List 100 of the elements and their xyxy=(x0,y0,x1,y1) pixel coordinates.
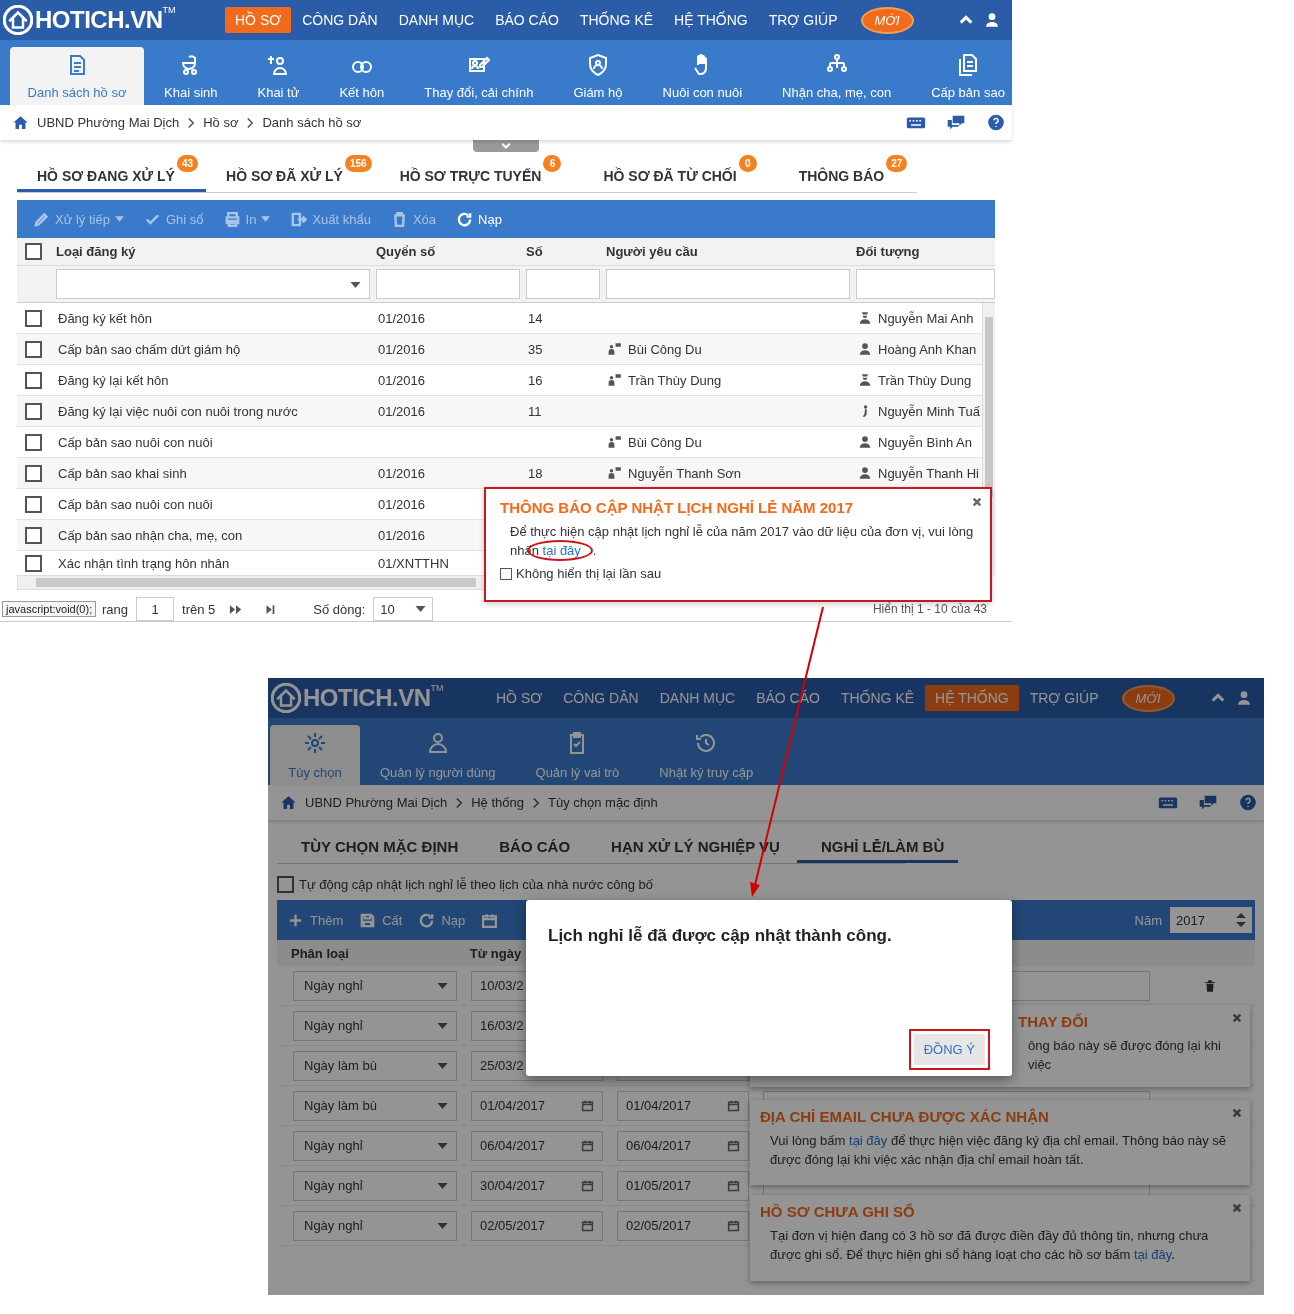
row-checkbox[interactable] xyxy=(25,402,42,420)
menu-item[interactable]: CÔNG DÂN xyxy=(553,685,649,711)
module-tab[interactable]: Thay đổi, cải chính xyxy=(404,47,554,105)
filter-field[interactable] xyxy=(376,269,520,299)
toolbar-button[interactable]: Cất xyxy=(351,907,411,933)
next-page-icon[interactable] xyxy=(229,603,244,615)
module-tab[interactable]: Quản lý người dùng xyxy=(360,725,516,785)
menu-item[interactable]: HỒ SƠ xyxy=(486,685,553,711)
calendar-icon[interactable] xyxy=(581,1219,594,1232)
tab[interactable]: HỒ SƠ ĐÃ XỬ LÝ 156 xyxy=(206,153,380,192)
calendar-icon[interactable] xyxy=(727,1219,740,1232)
type-dropdown[interactable]: Ngày làm bù xyxy=(293,1090,457,1121)
row-checkbox[interactable] xyxy=(25,309,42,327)
tab[interactable]: THÔNG BÁO 27 xyxy=(778,153,916,192)
page-field[interactable]: 1 xyxy=(136,597,175,621)
close-icon[interactable] xyxy=(972,497,982,507)
menu-item[interactable]: THỐNG KÊ xyxy=(569,7,664,33)
here-link[interactable]: tại đây xyxy=(849,1133,888,1148)
filter-field[interactable] xyxy=(856,269,995,299)
filter-field[interactable] xyxy=(526,269,600,299)
calendar-icon[interactable] xyxy=(581,1179,594,1192)
column-header[interactable]: Loại đăng ký xyxy=(50,244,370,259)
row-checkbox[interactable] xyxy=(25,526,42,544)
tab[interactable]: HỒ SƠ TRỰC TUYẾN 6 xyxy=(379,153,570,192)
checkbox[interactable] xyxy=(500,567,512,580)
module-tab[interactable]: Tùy chọn xyxy=(270,725,360,785)
tab[interactable]: NGHỈ LỄ/LÀM BÙ xyxy=(796,838,959,863)
user-icon[interactable] xyxy=(984,12,1000,28)
column-header[interactable]: Số xyxy=(520,244,600,259)
type-dropdown[interactable]: Ngày nghỉ xyxy=(293,1170,457,1201)
row-checkbox[interactable] xyxy=(25,371,42,389)
menu-item[interactable]: CÔNG DÂN xyxy=(292,7,388,33)
module-tab[interactable]: Danh sách hồ sơ xyxy=(10,47,144,105)
column-header[interactable]: Đối tượng xyxy=(850,244,995,259)
tab[interactable]: HỒ SƠ ĐÃ TỪ CHỐI 0 xyxy=(583,153,765,192)
close-icon[interactable] xyxy=(1232,1203,1242,1213)
help-icon[interactable] xyxy=(1238,794,1258,811)
breadcrumb-link[interactable]: UBND Phường Mai Dịch xyxy=(37,115,180,130)
menu-item[interactable]: DANH MỤC xyxy=(649,685,746,711)
calendar-icon[interactable] xyxy=(581,1099,594,1112)
toolbar-button[interactable]: Thêm xyxy=(279,907,352,933)
module-tab[interactable]: Nhận cha, mẹ, con xyxy=(762,47,912,105)
column-header[interactable]: Phân loại xyxy=(285,945,349,961)
breadcrumb-link[interactable]: Hệ thống xyxy=(471,795,524,810)
menu-item[interactable]: HỒ SƠ xyxy=(225,7,292,33)
trash-icon[interactable] xyxy=(1202,977,1217,994)
row-checkbox[interactable] xyxy=(25,495,42,513)
filter-field[interactable] xyxy=(606,269,850,299)
help-icon[interactable] xyxy=(986,114,1006,131)
date-field[interactable]: 02/05/2017 xyxy=(617,1210,749,1241)
date-field[interactable]: 06/04/2017 xyxy=(471,1130,603,1161)
chat-icon[interactable] xyxy=(1198,794,1218,811)
tab[interactable]: TÙY CHỌN MẶC ĐỊNH xyxy=(277,838,476,863)
row-checkbox[interactable] xyxy=(25,433,42,451)
type-dropdown[interactable]: Ngày nghỉ xyxy=(293,1010,457,1041)
menu-item[interactable]: BÁO CÁO xyxy=(485,7,569,33)
year-spinner[interactable]: 2017 xyxy=(1170,907,1252,933)
column-header[interactable]: Người yêu cầu xyxy=(600,244,850,259)
here-link[interactable]: tại đây xyxy=(542,543,581,558)
type-dropdown[interactable]: Ngày nghỉ xyxy=(293,970,457,1001)
menu-item[interactable]: TRỢ GIÚP xyxy=(758,7,848,33)
select-all-checkbox[interactable] xyxy=(25,243,42,260)
module-tab[interactable]: Kết hôn xyxy=(319,47,405,105)
breadcrumb-link[interactable]: Hồ sơ xyxy=(203,115,239,130)
type-dropdown[interactable]: Ngày làm bù xyxy=(293,1050,457,1081)
ok-button[interactable]: ĐỒNG Ý xyxy=(913,1034,985,1065)
date-field[interactable]: 02/05/2017 xyxy=(471,1210,603,1241)
calendar-icon[interactable] xyxy=(727,1179,740,1192)
collapse-handle[interactable] xyxy=(473,140,539,152)
toolbar-button[interactable]: Nạp xyxy=(448,206,510,232)
menu-item[interactable]: TRỢ GIÚP xyxy=(1019,685,1109,711)
column-header[interactable]: Từ ngày xyxy=(463,945,522,961)
module-tab[interactable]: Khai sinh xyxy=(144,47,238,105)
date-field[interactable]: 06/04/2017 xyxy=(617,1130,749,1161)
close-icon[interactable] xyxy=(1232,1108,1242,1118)
menu-item[interactable]: HỆ THỐNG xyxy=(664,7,758,33)
date-field[interactable]: 30/04/2017 xyxy=(471,1170,603,1201)
breadcrumb-link[interactable]: UBND Phường Mai Dịch xyxy=(305,795,448,810)
breadcrumb-link[interactable]: Danh sách hồ sơ xyxy=(262,115,362,130)
toolbar-button[interactable]: Nạp xyxy=(410,907,474,933)
date-field[interactable]: 01/04/2017 xyxy=(617,1090,749,1121)
module-tab[interactable]: Quản lý vai trò xyxy=(515,725,640,785)
row-checkbox[interactable] xyxy=(25,464,42,482)
user-icon[interactable] xyxy=(1236,690,1252,706)
row-checkbox[interactable] xyxy=(25,340,42,358)
menu-item[interactable]: DANH MỤC xyxy=(388,7,485,33)
module-tab[interactable]: Giám hộ xyxy=(553,47,643,105)
calendar-icon[interactable] xyxy=(727,1139,740,1152)
calendar-icon[interactable] xyxy=(581,1139,594,1152)
module-tab[interactable]: Nhật ký truy cập xyxy=(639,725,774,785)
type-dropdown[interactable]: Ngày nghỉ xyxy=(293,1130,457,1161)
spinner-arrows-icon[interactable] xyxy=(1236,912,1246,928)
chat-icon[interactable] xyxy=(946,114,966,131)
menu-item[interactable]: THỐNG KÊ xyxy=(830,685,925,711)
type-dropdown[interactable]: Ngày nghỉ xyxy=(293,1210,457,1241)
date-field[interactable]: 01/05/2017 xyxy=(617,1170,749,1201)
tab[interactable]: BÁO CÁO xyxy=(475,838,588,863)
column-header[interactable]: Quyển số xyxy=(370,244,520,259)
home-icon[interactable] xyxy=(12,114,29,131)
rows-per-page-dropdown[interactable]: 10 xyxy=(373,597,434,621)
